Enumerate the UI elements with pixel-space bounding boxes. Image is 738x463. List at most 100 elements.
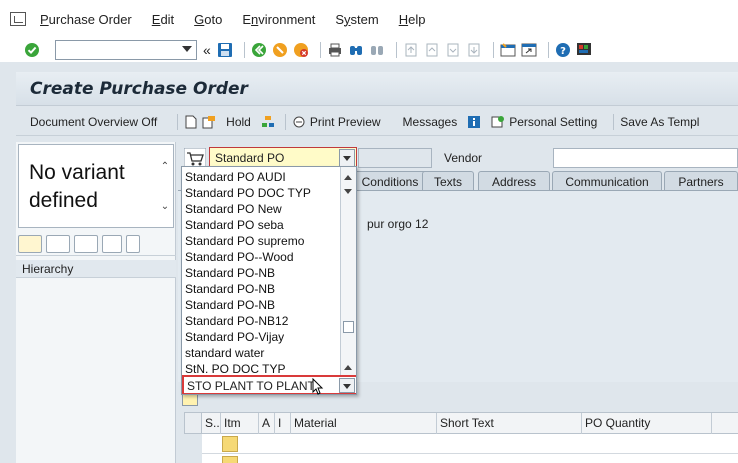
table-settings-icon[interactable] (184, 412, 202, 434)
back-icon[interactable] (251, 42, 267, 58)
toolbar-separator (395, 42, 397, 58)
new-document-icon[interactable] (184, 115, 198, 129)
standard-toolbar: « ? (0, 38, 738, 62)
col-more (711, 413, 738, 435)
toolbar-separator (243, 42, 245, 58)
list-item[interactable]: Standard PO--Wood (182, 249, 340, 265)
shortcut-icon[interactable] (521, 42, 537, 58)
chevron-down-icon[interactable] (339, 378, 355, 393)
toolbar-separator (177, 113, 179, 130)
create-session-icon[interactable] (500, 42, 516, 58)
table-row[interactable] (202, 434, 738, 454)
toolbar-separator (613, 113, 615, 130)
hierarchy-header: Hierarchy (16, 260, 176, 278)
variant-box: No variant defined ⌃ ⌄ (18, 144, 174, 228)
app-menu-icon[interactable] (10, 12, 26, 26)
list-item[interactable]: Standard PO-NB12 (182, 313, 340, 329)
col-account-assignment[interactable]: A (258, 413, 274, 435)
list-item[interactable]: Standard PO DOC TYP (182, 185, 340, 201)
menu-system[interactable]: System (335, 12, 378, 27)
first-page-icon[interactable] (403, 42, 419, 58)
personal-setting-label: Personal Setting (509, 114, 598, 129)
sap-gui-window: Purchase Order Edit Goto Environment Sys… (0, 0, 738, 463)
overview-toolbar (16, 232, 176, 256)
list-item[interactable]: Standard PO-NB (182, 265, 340, 281)
print-icon[interactable] (327, 42, 343, 58)
po-type-dropdown-list: Standard PO AUDI Standard PO DOC TYP Sta… (181, 166, 357, 395)
col-short-text[interactable]: Short Text (436, 413, 581, 435)
messages-button[interactable]: Messages (403, 115, 458, 129)
save-icon[interactable] (217, 42, 233, 58)
list-item[interactable]: Standard PO-Vijay (182, 329, 340, 345)
other-purchase-order-icon[interactable] (202, 115, 216, 129)
toolbar-separator (319, 42, 321, 58)
last-page-icon[interactable] (466, 42, 482, 58)
col-status[interactable]: S.. (202, 413, 220, 435)
scroll-down-icon[interactable] (344, 189, 352, 194)
chevron-up-icon[interactable]: ⌃ (159, 161, 171, 172)
find-icon[interactable] (102, 234, 122, 253)
enter-checkmark-icon[interactable] (24, 42, 40, 58)
menu-edit[interactable]: Edit (152, 12, 174, 27)
scroll-thumb[interactable] (343, 321, 354, 333)
tab-address[interactable]: Address (478, 171, 550, 191)
menu-goto[interactable]: Goto (194, 12, 222, 27)
tab-communication[interactable]: Communication (552, 171, 662, 191)
info-icon[interactable] (467, 115, 481, 129)
hold-button[interactable]: Hold (226, 115, 251, 129)
tab-texts[interactable]: Texts (422, 171, 474, 191)
list-item[interactable]: Standard PO AUDI (182, 169, 340, 185)
help-icon[interactable]: ? (555, 42, 571, 58)
find-icon[interactable] (348, 42, 364, 58)
customize-layout-icon[interactable] (576, 42, 592, 58)
menu-help[interactable]: Help (399, 12, 426, 27)
list-item[interactable]: Standard PO seba (182, 217, 340, 233)
org-structure-icon[interactable] (261, 115, 275, 129)
list-item[interactable]: Standard PO New (182, 201, 340, 217)
menu-environment[interactable]: Environment (242, 12, 315, 27)
menu-purchase-order[interactable]: Purchase Order (40, 12, 132, 27)
menu-bar: Purchase Order Edit Goto Environment Sys… (0, 0, 738, 38)
chevron-down-icon[interactable]: ⌄ (159, 201, 171, 212)
collapse-toolbar-icon[interactable]: « (203, 42, 211, 58)
copy-icon[interactable] (46, 234, 70, 253)
previous-page-icon[interactable] (424, 42, 440, 58)
scroll-up-icon[interactable] (344, 175, 352, 180)
scroll-up-icon[interactable] (344, 365, 352, 370)
list-item[interactable]: Standard PO-NB (182, 281, 340, 297)
page-title: Create Purchase Order (30, 79, 248, 99)
row-selector[interactable] (222, 436, 238, 452)
next-page-icon[interactable] (445, 42, 461, 58)
selection-variant-icon[interactable] (18, 234, 42, 253)
tab-partners[interactable]: Partners (664, 171, 738, 191)
cancel-icon[interactable] (293, 42, 309, 58)
personal-setting-button[interactable]: Personal Setting (491, 115, 597, 129)
command-field[interactable] (55, 40, 197, 60)
chevron-down-icon[interactable] (182, 46, 192, 52)
row-selector[interactable] (222, 456, 238, 463)
table-row[interactable] (202, 454, 738, 463)
save-as-template-button[interactable]: Save As Templ (620, 115, 699, 129)
list-item[interactable]: standard water (182, 345, 340, 361)
col-material[interactable]: Material (290, 413, 436, 435)
col-item-category[interactable]: I (274, 413, 290, 435)
list-item[interactable]: Standard PO supremo (182, 233, 340, 249)
document-overview-off-button[interactable]: Document Overview Off (30, 115, 157, 129)
dropdown-scrollbar[interactable] (340, 167, 356, 375)
shopping-cart-icon[interactable] (184, 148, 206, 168)
tab-conditions[interactable]: Conditions (350, 171, 430, 191)
refresh-icon[interactable] (74, 234, 98, 253)
col-po-quantity[interactable]: PO Quantity (581, 413, 711, 435)
vendor-field[interactable] (553, 148, 738, 168)
po-number-field[interactable] (358, 148, 432, 168)
personal-setting-icon (491, 115, 505, 127)
svg-text:?: ? (560, 46, 566, 57)
highlighted-option[interactable]: STO PLANT TO PLANT (182, 375, 356, 394)
print-preview-button[interactable]: Print Preview (292, 115, 381, 129)
exit-icon[interactable] (272, 42, 288, 58)
list-item[interactable]: Standard PO-NB (182, 297, 340, 313)
layout-icon[interactable] (126, 234, 140, 253)
find-next-icon[interactable] (369, 42, 385, 58)
chevron-down-icon[interactable] (339, 149, 355, 167)
col-item[interactable]: Itm (220, 413, 258, 435)
